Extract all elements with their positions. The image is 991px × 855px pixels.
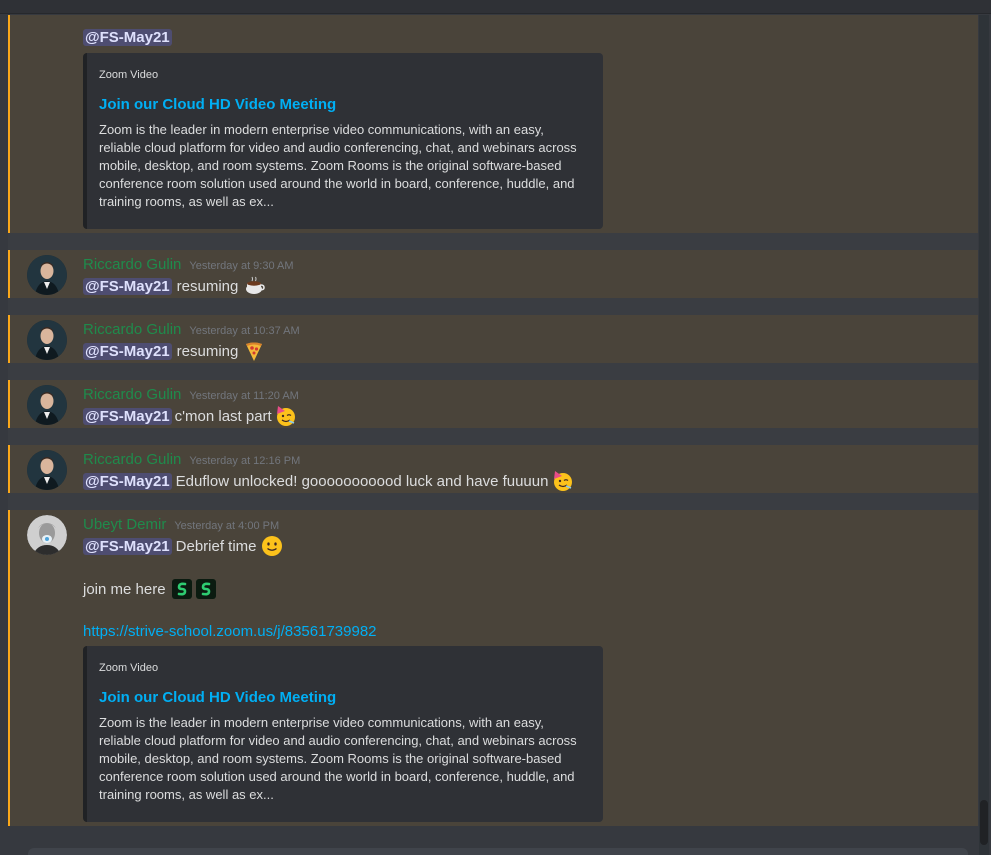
message-content: @FS-May21 resuming xyxy=(83,340,265,362)
message-header: Riccardo Gulin Yesterday at 11:20 AM xyxy=(83,386,299,403)
divider xyxy=(8,428,978,445)
embed-title-link[interactable]: Join our Cloud HD Video Meeting xyxy=(99,689,591,706)
username[interactable]: Ubeyt Demir xyxy=(83,516,166,533)
username[interactable]: Riccardo Gulin xyxy=(83,451,181,468)
avatar[interactable] xyxy=(27,255,67,295)
timestamp[interactable]: Yesterday at 12:16 PM xyxy=(189,455,300,467)
avatar[interactable] xyxy=(27,385,67,425)
message-content: @FS-May21 c'mon last part xyxy=(83,405,297,427)
message-content: @FS-May21 Debrief time xyxy=(83,535,283,557)
top-bar xyxy=(0,0,991,14)
link-embed: Zoom Video Join our Cloud HD Video Meeti… xyxy=(83,646,603,822)
avatar[interactable] xyxy=(27,320,67,360)
message-content: @FS-May21 xyxy=(83,29,172,46)
message-text: resuming xyxy=(176,342,239,360)
message-header: Riccardo Gulin Yesterday at 10:37 AM xyxy=(83,321,300,338)
message: Riccardo Gulin Yesterday at 9:30 AM @FS-… xyxy=(8,250,978,298)
divider xyxy=(8,363,978,380)
message-header: Riccardo Gulin Yesterday at 9:30 AM xyxy=(83,256,294,273)
party-face-icon[interactable] xyxy=(275,405,297,427)
message-link[interactable]: https://strive-school.zoom.us/j/83561739… xyxy=(83,623,377,640)
embed-provider: Zoom Video xyxy=(99,69,159,81)
scrollbar-track[interactable] xyxy=(979,15,989,855)
role-mention[interactable]: @FS-May21 xyxy=(83,29,172,46)
pizza-icon[interactable] xyxy=(243,340,265,362)
timestamp[interactable]: Yesterday at 10:37 AM xyxy=(189,325,299,337)
message-text: join me here xyxy=(83,580,166,598)
role-mention[interactable]: @FS-May21 xyxy=(83,537,172,555)
role-mention[interactable]: @FS-May21 xyxy=(83,407,172,425)
slight-smile-icon[interactable] xyxy=(261,535,283,557)
divider xyxy=(8,493,978,510)
role-mention[interactable]: @FS-May21 xyxy=(83,277,172,295)
role-mention[interactable]: @FS-May21 xyxy=(83,472,172,490)
message-input-edge[interactable] xyxy=(28,848,968,855)
coffee-icon[interactable] xyxy=(243,275,266,297)
divider xyxy=(8,233,978,250)
username[interactable]: Riccardo Gulin xyxy=(83,256,181,273)
scrollbar-thumb[interactable] xyxy=(980,800,988,845)
username[interactable]: Riccardo Gulin xyxy=(83,386,181,403)
embed-description: Zoom is the leader in modern enterprise … xyxy=(99,122,577,209)
message-header: Riccardo Gulin Yesterday at 12:16 PM xyxy=(83,451,300,468)
message-content: @FS-May21 Eduflow unlocked! gooooooooood… xyxy=(83,470,574,492)
embed-title-link[interactable]: Join our Cloud HD Video Meeting xyxy=(99,96,591,113)
timestamp[interactable]: Yesterday at 4:00 PM xyxy=(174,520,279,532)
strive-emote-icon[interactable] xyxy=(195,579,216,599)
avatar[interactable] xyxy=(27,515,67,555)
message: Riccardo Gulin Yesterday at 11:20 AM @FS… xyxy=(8,380,978,428)
message-text: resuming xyxy=(176,277,239,295)
message: Riccardo Gulin Yesterday at 12:16 PM @FS… xyxy=(8,445,978,493)
strive-emote-icon[interactable] xyxy=(171,579,192,599)
message-list: @FS-May21 Zoom Video Join our Cloud HD V… xyxy=(0,15,979,855)
link-embed: Zoom Video Join our Cloud HD Video Meeti… xyxy=(83,53,603,229)
message-text: Eduflow unlocked! gooooooooood luck and … xyxy=(175,472,549,490)
timestamp[interactable]: Yesterday at 11:20 AM xyxy=(189,390,298,402)
message-text: Debrief time xyxy=(175,537,257,555)
avatar[interactable] xyxy=(27,450,67,490)
message-header: Ubeyt Demir Yesterday at 4:00 PM xyxy=(83,516,279,533)
embed-provider: Zoom Video xyxy=(99,662,159,674)
embed-description: Zoom is the leader in modern enterprise … xyxy=(99,715,577,802)
message-group: @FS-May21 Zoom Video Join our Cloud HD V… xyxy=(8,15,978,233)
party-face-icon[interactable] xyxy=(552,470,574,492)
role-mention[interactable]: @FS-May21 xyxy=(83,342,172,360)
timestamp[interactable]: Yesterday at 9:30 AM xyxy=(189,260,293,272)
username[interactable]: Riccardo Gulin xyxy=(83,321,181,338)
message: Ubeyt Demir Yesterday at 4:00 PM @FS-May… xyxy=(8,510,978,826)
message-line: join me here xyxy=(83,579,216,599)
message: Riccardo Gulin Yesterday at 10:37 AM @FS… xyxy=(8,315,978,363)
divider xyxy=(8,298,978,315)
message-content: @FS-May21 resuming xyxy=(83,275,266,297)
message-text: c'mon last part xyxy=(174,407,272,425)
